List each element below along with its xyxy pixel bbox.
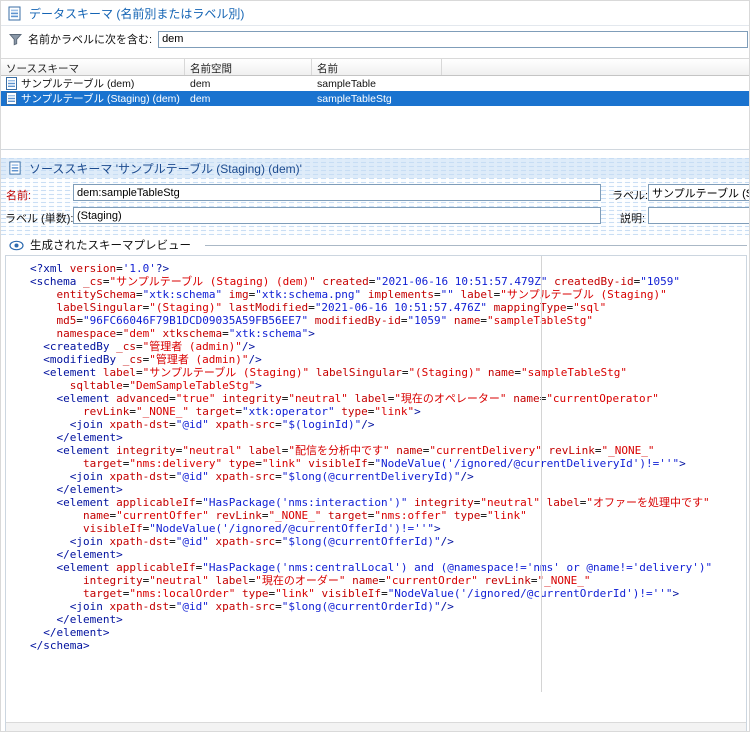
filter-bar: 名前かラベルに次を含む:	[1, 26, 749, 52]
column-header-namespace[interactable]: 名前空間	[185, 59, 312, 75]
margin-guide-line	[541, 256, 542, 692]
cell-namespace: dem	[190, 92, 211, 105]
cell-source-schema: サンプルテーブル (dem)	[1, 76, 185, 91]
filter-input[interactable]	[158, 30, 748, 48]
cell-name: sampleTableStg	[317, 92, 392, 105]
xml-preview[interactable]: <?xml version='1.0'?> <schema _cs="サンプルテ…	[5, 255, 747, 731]
label-singular-input[interactable]	[73, 207, 601, 224]
column-header-source-schema[interactable]: ソーススキーマ	[1, 59, 185, 75]
schema-table: ソーススキーマ 名前空間 名前 サンプルテーブル (dem) dem sampl…	[1, 58, 749, 150]
name-input[interactable]	[73, 184, 601, 201]
schema-icon	[6, 77, 17, 90]
label-singular-label: ラベル (単数):	[5, 213, 74, 225]
preview-title: 生成されたスキーマプレビュー	[30, 240, 191, 252]
schema-icon	[7, 6, 22, 21]
titlebar: データスキーマ (名前別またはラベル別)	[1, 1, 749, 26]
page-title: データスキーマ (名前別またはラベル別)	[29, 6, 245, 21]
schema-icon	[6, 92, 17, 105]
eye-icon	[9, 240, 24, 251]
name-label: 名前:	[6, 190, 32, 202]
table-header-row: ソーススキーマ 名前空間 名前	[1, 58, 749, 76]
row-source-label: サンプルテーブル (dem)	[21, 78, 135, 90]
description-input[interactable]	[648, 207, 749, 224]
description-label: 説明:	[620, 213, 646, 225]
table-row-selected[interactable]: サンプルテーブル (Staging) (dem) dem sampleTable…	[1, 91, 749, 106]
section-title: ソーススキーマ 'サンプルテーブル (Staging) (dem)'	[29, 161, 302, 176]
xml-code: <?xml version='1.0'?> <schema _cs="サンプルテ…	[30, 262, 713, 652]
detail-form: 名前: ラベル: ラベル (単数): 説明:	[1, 178, 749, 235]
cell-source-schema: サンプルテーブル (Staging) (dem)	[1, 91, 185, 106]
column-header-name[interactable]: 名前	[312, 59, 442, 75]
funnel-icon	[9, 33, 22, 46]
app-window: データスキーマ (名前別またはラベル別) 名前かラベルに次を含む: ソーススキー…	[0, 0, 750, 732]
divider	[205, 244, 747, 246]
cell-namespace: dem	[190, 77, 211, 90]
preview-header: 生成されたスキーマプレビュー	[1, 235, 749, 255]
label-input[interactable]	[648, 184, 749, 201]
table-row[interactable]: サンプルテーブル (dem) dem sampleTable	[1, 76, 749, 91]
label-label: ラベル:	[612, 190, 649, 202]
schema-icon	[8, 161, 22, 175]
filter-label: 名前かラベルに次を含む:	[28, 34, 153, 46]
row-source-label: サンプルテーブル (Staging) (dem)	[21, 93, 180, 105]
detail-section: ソーススキーマ 'サンプルテーブル (Staging) (dem)' 名前: ラ…	[1, 158, 749, 235]
cell-name: sampleTable	[317, 77, 376, 90]
column-header-blank	[442, 59, 749, 75]
section-header: ソーススキーマ 'サンプルテーブル (Staging) (dem)'	[1, 158, 749, 178]
horizontal-scrollbar[interactable]	[6, 722, 746, 731]
